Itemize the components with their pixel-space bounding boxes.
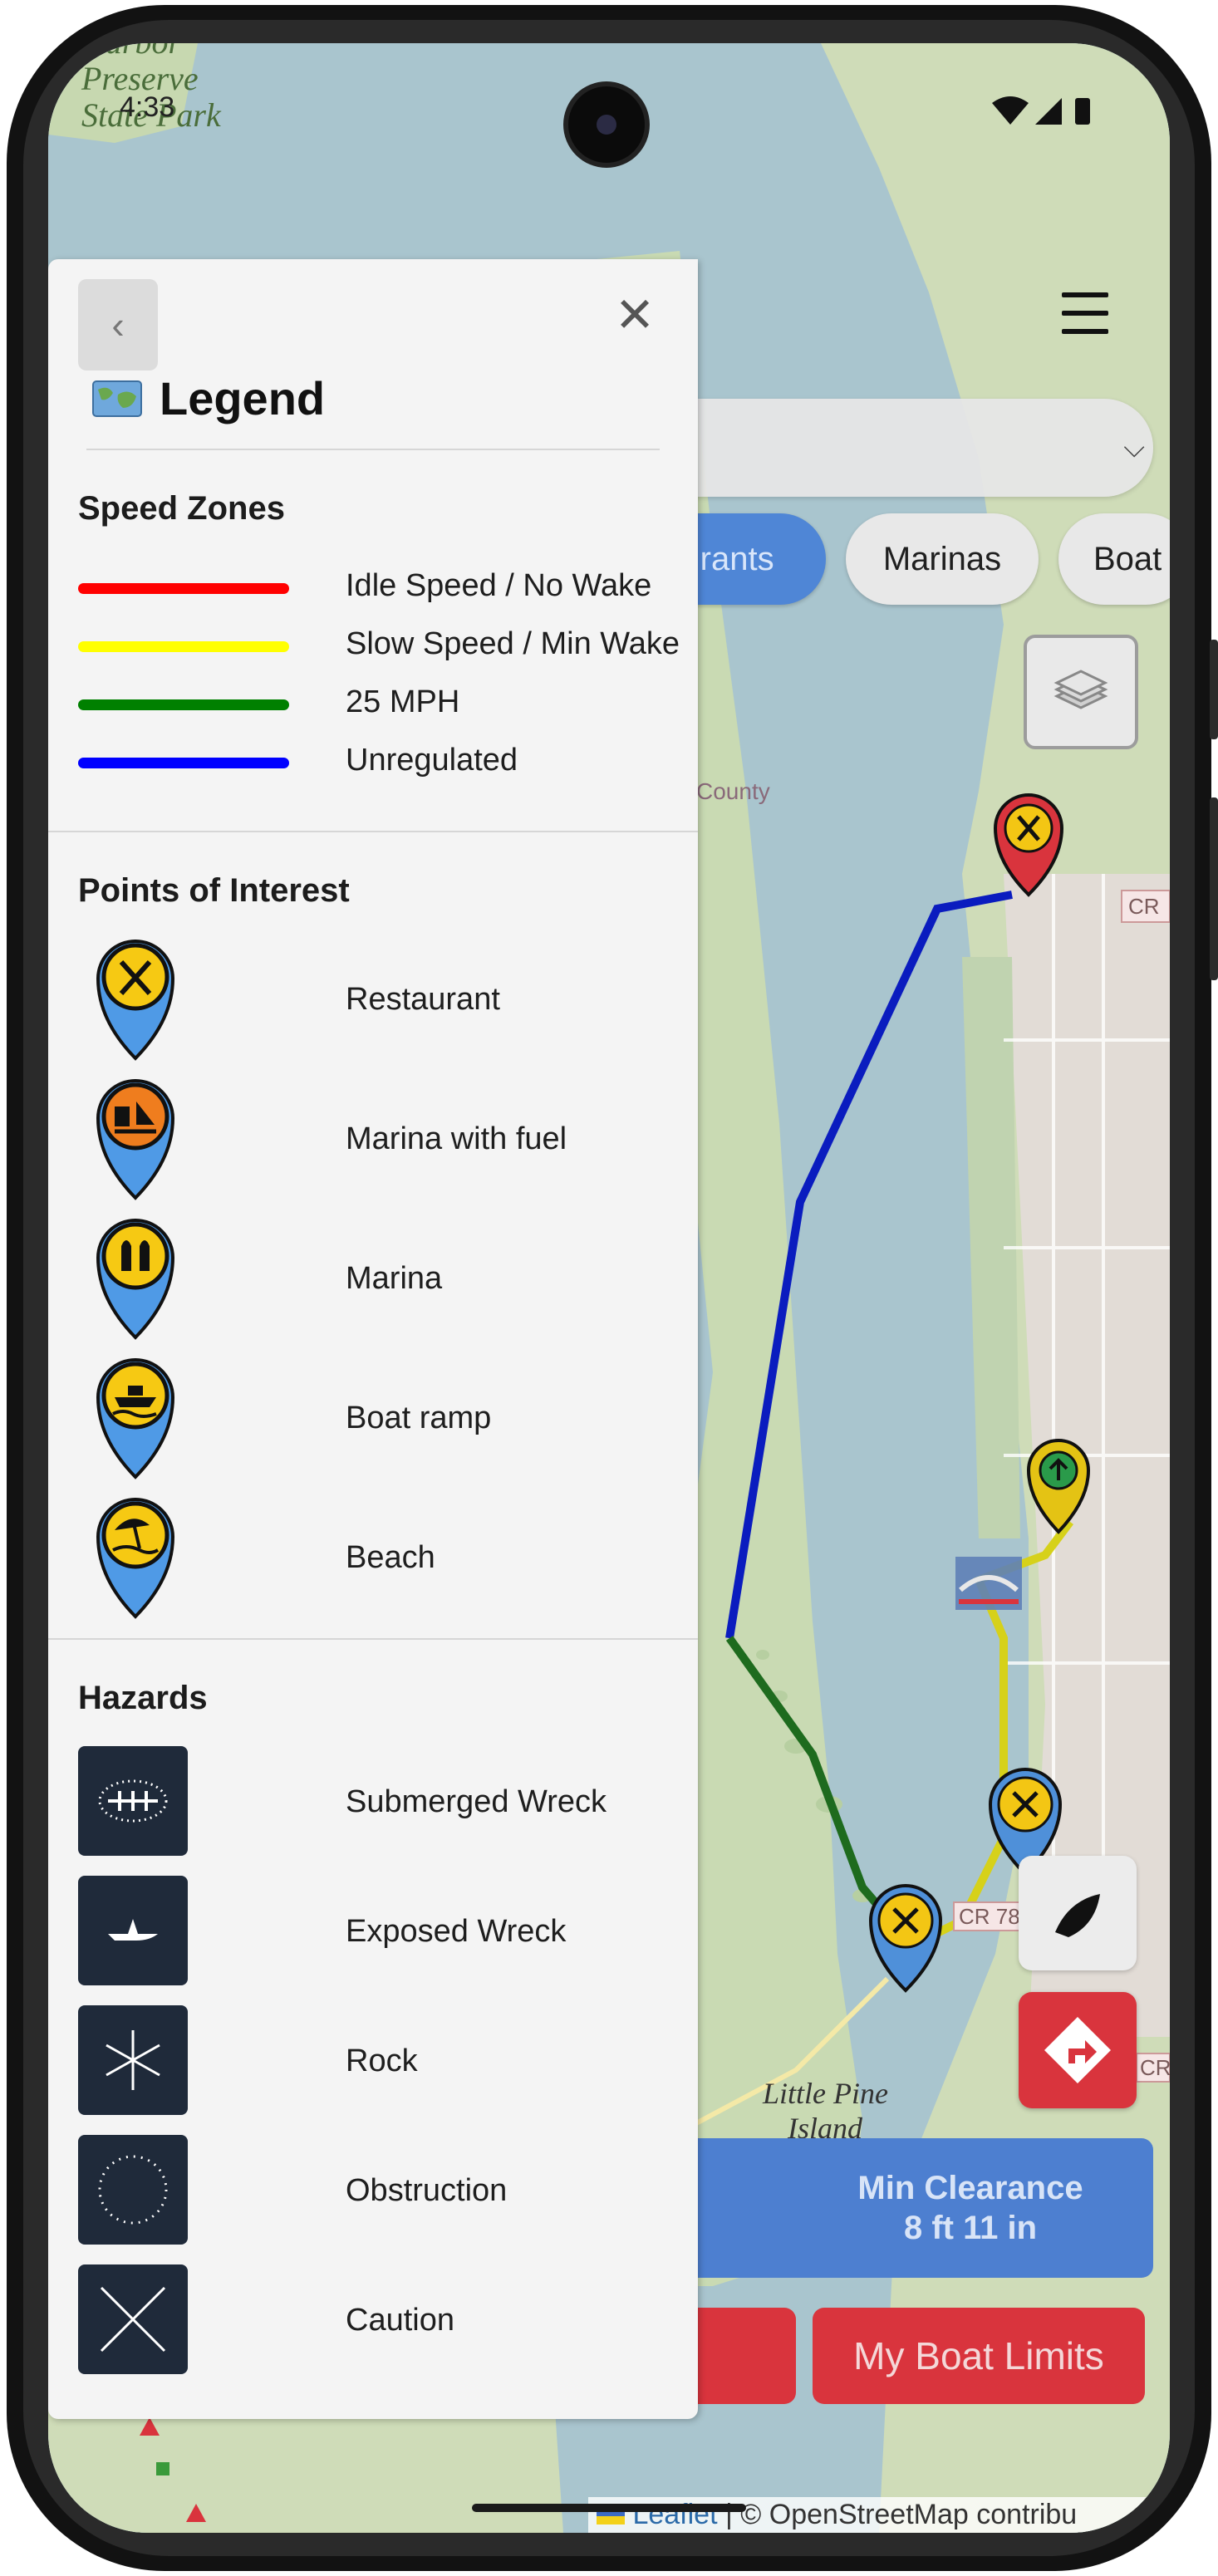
speed-line-red [78,583,289,594]
phone-frame: Harbor Preserve State Park Little Pine I… [0,0,1218,2576]
map-label: Little Pine [762,2077,888,2110]
divider [86,449,660,450]
boat-ramp-icon [96,1358,175,1479]
chip-marinas[interactable]: Marinas [846,513,1039,605]
poi-title: Points of Interest [78,872,350,909]
poi-item: Beach [78,1495,676,1620]
close-button[interactable]: ✕ [610,291,660,341]
screen: Harbor Preserve State Park Little Pine I… [48,43,1170,2533]
volume-button [1210,640,1218,739]
marina-fuel-icon [96,1079,175,1200]
status-icons [992,96,1090,125]
signal-icon [1035,98,1062,125]
min-clearance-label: Min Clearance [857,2170,1083,2206]
chip-boat-ramps[interactable]: Boat [1058,513,1170,605]
min-clearance-text: Min Clearance 8 ft 11 in [813,2168,1128,2248]
divider [48,1638,698,1640]
caution-icon [78,2264,188,2374]
status-time: 4:33 [120,91,175,123]
menu-button[interactable] [1062,292,1108,337]
poi-label: Beach [346,1540,435,1575]
wifi-icon [992,96,1029,125]
poi-label: Marina [346,1261,443,1296]
world-map-icon [92,380,142,417]
filter-dropdown[interactable]: ⌵ [630,399,1153,497]
legend-title: Legend [91,369,325,429]
back-button[interactable]: ‹ [78,279,158,370]
home-indicator[interactable] [472,2504,746,2512]
marina-icon [96,1219,175,1340]
front-camera [568,86,645,163]
map-label: County [696,778,770,804]
poi-label: Boat ramp [346,1401,492,1435]
directions-button[interactable] [1019,1992,1137,2108]
hazard-item: Caution [78,2264,676,2374]
speed-line-blue [78,758,289,768]
obstruction-icon [78,2135,188,2245]
poi-item: Restaurant [78,937,676,1062]
hazard-label: Caution [346,2303,454,2338]
layers-icon [1053,670,1108,709]
boat-icon [1055,1894,1100,1937]
poi-item: Marina [78,1216,676,1341]
chevron-down-icon: ⌵ [1123,432,1145,464]
restaurant-icon [96,940,175,1061]
poi-item: Boat ramp [78,1356,676,1480]
boat-button[interactable] [1019,1856,1137,1970]
status-bar: 4:33 [48,43,1170,163]
poi-item: Marina with fuel [78,1077,676,1201]
map-attribution: Leaflet | © OpenStreetMap contribu [588,2497,1170,2533]
speed-zone-label: Unregulated [346,743,518,778]
power-button [1210,797,1218,980]
hazard-label: Exposed Wreck [346,1914,567,1949]
legend-panel: ‹ ✕ Legend Speed Zones Idle Speed / No W… [48,259,698,2419]
layers-button[interactable] [1024,635,1138,749]
battery-icon [1075,98,1090,125]
beach-icon [96,1498,175,1619]
min-clearance-value: 8 ft 11 in [903,2210,1038,2246]
poi-label: Marina with fuel [346,1121,567,1156]
my-boat-limits-button[interactable]: My Boat Limits [813,2308,1145,2404]
map-label: CR 78 [959,1904,1020,1929]
map-label: CR [1128,894,1160,919]
osm-link[interactable]: OpenStreetMap contribu [769,2499,1077,2530]
hazard-item: Submerged Wreck [78,1746,676,1856]
hazard-label: Obstruction [346,2173,508,2208]
hazard-label: Submerged Wreck [346,1784,607,1819]
exposed-wreck-icon [78,1876,188,1985]
legend-title-text: Legend [160,372,326,424]
submerged-wreck-icon [78,1746,188,1856]
map-label: CR [1140,2055,1170,2080]
hazard-item: Obstruction [78,2135,676,2245]
rock-icon [78,2005,188,2115]
directions-icon [1044,2017,1111,2083]
hazard-label: Rock [346,2044,418,2078]
speed-zone-label: Idle Speed / No Wake [346,568,652,603]
poi-label: Restaurant [346,982,500,1017]
hazard-item: Exposed Wreck [78,1876,676,1985]
speed-line-green [78,699,289,710]
speed-zone-label: 25 MPH [346,684,460,719]
hazards-title: Hazards [78,1680,208,1716]
speed-zone-label: Slow Speed / Min Wake [346,626,680,661]
divider [48,831,698,832]
hazard-item: Rock [78,2005,676,2115]
speed-zones-title: Speed Zones [78,490,285,527]
speed-line-yellow [78,641,289,652]
